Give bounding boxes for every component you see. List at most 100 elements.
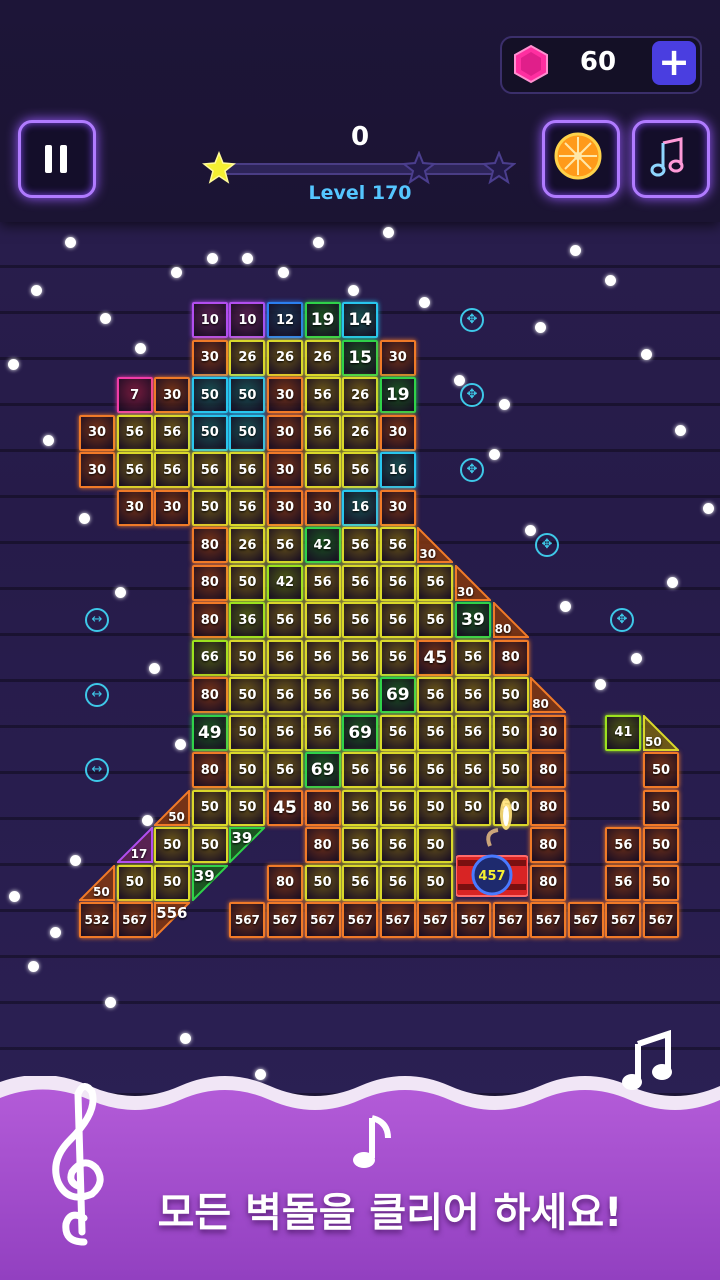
brick: 26 bbox=[229, 527, 266, 563]
brick: 80 bbox=[191, 752, 228, 788]
music-toggle-button[interactable] bbox=[632, 120, 710, 198]
brick: 16 bbox=[342, 489, 379, 526]
brick: 39 bbox=[455, 602, 491, 638]
brick: 80 bbox=[191, 527, 228, 563]
brick: 30 bbox=[154, 377, 191, 413]
brick: 50 bbox=[229, 789, 266, 826]
brick: 567 bbox=[229, 902, 266, 938]
brick: 80 bbox=[530, 752, 567, 788]
ball bbox=[595, 679, 606, 690]
brick: 56 bbox=[379, 602, 416, 638]
triangle-brick-value: 17 bbox=[130, 847, 148, 861]
brick: 56 bbox=[455, 752, 491, 788]
brick: 567 bbox=[530, 902, 567, 938]
brick: 50 bbox=[643, 752, 679, 788]
brick: 80 bbox=[530, 827, 567, 863]
brick: 567 bbox=[567, 902, 604, 938]
triangle-brick-value: 50 bbox=[93, 884, 110, 899]
brick: 45 bbox=[417, 639, 454, 676]
brick: 50 bbox=[116, 864, 153, 901]
brick: 41 bbox=[605, 714, 642, 751]
ball bbox=[65, 237, 76, 248]
brick: 567 bbox=[379, 902, 416, 938]
pause-button[interactable] bbox=[18, 120, 96, 198]
bomb-value: 457 bbox=[478, 869, 505, 884]
brick: 15 bbox=[342, 339, 379, 376]
ball bbox=[242, 253, 253, 264]
ball bbox=[560, 601, 571, 612]
brick: 50 bbox=[229, 714, 266, 751]
brick: 50 bbox=[229, 377, 266, 413]
horizontal-laser-powerup-icon: ↔ bbox=[85, 683, 109, 707]
brick: 56 bbox=[379, 639, 416, 676]
brick: 567 bbox=[605, 902, 642, 938]
brick: 50 bbox=[154, 827, 191, 863]
music-note-icon bbox=[353, 1115, 391, 1168]
brick: 30 bbox=[267, 377, 303, 413]
brick: 69 bbox=[342, 714, 379, 751]
triangle-brick-value: 30 bbox=[419, 547, 437, 561]
brick: 50 bbox=[229, 677, 266, 713]
expand-powerup-icon: ✥ bbox=[460, 308, 484, 332]
brick: 14 bbox=[342, 302, 379, 338]
brick: 56 bbox=[342, 602, 379, 638]
brick: 567 bbox=[492, 902, 529, 938]
brick: 50 bbox=[492, 677, 529, 713]
brick: 56 bbox=[304, 602, 341, 638]
brick: 80 bbox=[191, 564, 228, 601]
brick: 56 bbox=[342, 452, 379, 488]
ball bbox=[419, 297, 430, 308]
brick: 56 bbox=[417, 564, 454, 601]
ball bbox=[149, 663, 160, 674]
star-icon-empty bbox=[482, 151, 516, 185]
brick: 56 bbox=[417, 714, 454, 751]
brick: 567 bbox=[267, 902, 303, 938]
brick: 30 bbox=[379, 339, 416, 376]
add-gems-button[interactable]: + bbox=[652, 41, 696, 85]
top-hud: 60 + 0 Level 170 bbox=[0, 0, 720, 222]
brick: 26 bbox=[304, 339, 341, 376]
ball bbox=[703, 503, 714, 514]
brick: 567 bbox=[417, 902, 454, 938]
expand-powerup-icon: ✥ bbox=[460, 458, 484, 482]
booster-button[interactable] bbox=[542, 120, 620, 198]
brick: 56 bbox=[304, 714, 341, 751]
brick: 50 bbox=[304, 864, 341, 901]
star-icon-earned bbox=[202, 151, 236, 184]
brick: 56 bbox=[417, 752, 454, 788]
triangle-brick-value: 80 bbox=[532, 697, 549, 711]
brick: 69 bbox=[304, 752, 341, 788]
brick: 30 bbox=[267, 414, 303, 451]
instruction-text: 모든 벽돌을 클리어 하세요! bbox=[157, 1190, 623, 1236]
brick: 56 bbox=[116, 452, 153, 488]
ball bbox=[489, 449, 500, 460]
brick: 80 bbox=[191, 677, 228, 713]
star-icon-empty bbox=[402, 151, 436, 185]
brick-field[interactable]: 10 10 12 19 14 30 26 26 26 15 30 7 30 50 50 30 56 26 19 30 5… bbox=[0, 222, 720, 1102]
brick: 66 bbox=[191, 639, 228, 676]
brick: 80 bbox=[304, 827, 341, 863]
brick: 26 bbox=[342, 414, 379, 451]
brick: 56 bbox=[304, 564, 341, 601]
ball bbox=[171, 267, 182, 278]
brick: 56 bbox=[455, 639, 491, 676]
ball bbox=[535, 322, 546, 333]
brick: 50 bbox=[191, 827, 228, 863]
brick: 30 bbox=[116, 489, 153, 526]
brick: 56 bbox=[304, 677, 341, 713]
brick: 567 bbox=[455, 902, 491, 938]
brick: 10 bbox=[191, 302, 228, 338]
brick: 30 bbox=[304, 489, 341, 526]
horizontal-laser-powerup-icon: ↔ bbox=[85, 758, 109, 782]
brick: 56 bbox=[379, 789, 416, 826]
brick: 30 bbox=[79, 452, 115, 488]
triangle-brick-value: 80 bbox=[494, 622, 512, 636]
brick: 56 bbox=[267, 677, 303, 713]
brick: 16 bbox=[379, 452, 416, 488]
brick: 45 bbox=[267, 789, 303, 826]
ball bbox=[175, 739, 186, 750]
gem-count: 60 bbox=[579, 47, 617, 77]
brick: 56 bbox=[342, 564, 379, 601]
brick: 56 bbox=[304, 639, 341, 676]
brick: 56 bbox=[304, 452, 341, 488]
